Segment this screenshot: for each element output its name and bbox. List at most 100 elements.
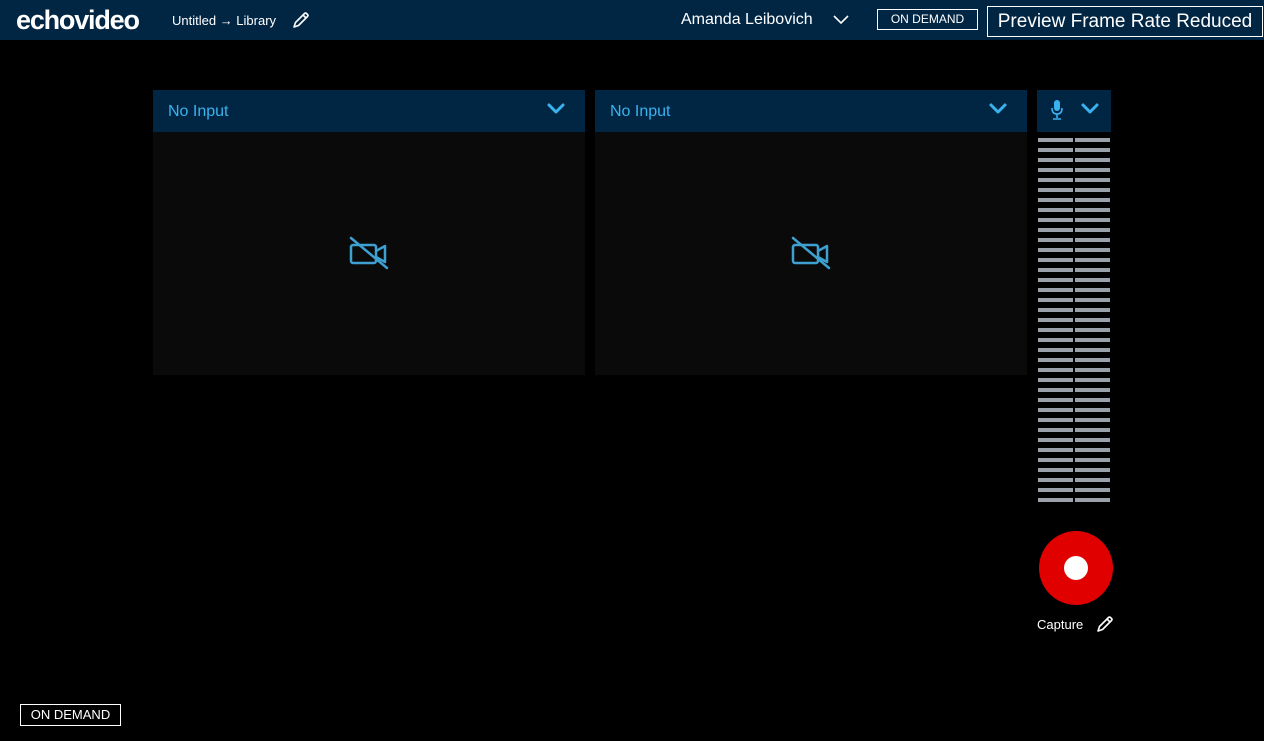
chevron-down-icon[interactable] (546, 102, 566, 116)
video-source-panel-2: No Input (595, 90, 1027, 375)
meter-segment (1075, 238, 1110, 242)
meter-segment (1075, 338, 1110, 342)
record-dot (1064, 556, 1088, 580)
meter-segment (1075, 408, 1110, 412)
meter-segment (1038, 348, 1073, 352)
meter-segment (1038, 148, 1073, 152)
meter-segment (1075, 448, 1110, 452)
meter-segment (1038, 328, 1073, 332)
meter-segment (1075, 478, 1110, 482)
top-bar: echovideo Untitled → Library Amanda Leib… (0, 0, 1264, 40)
on-demand-badge: ON DEMAND (877, 9, 978, 30)
meter-segment (1038, 238, 1073, 242)
audio-source-select[interactable] (1037, 90, 1111, 132)
meter-segment (1075, 378, 1110, 382)
meter-segment (1038, 378, 1073, 382)
meter-segment (1038, 178, 1073, 182)
meter-segment (1075, 278, 1110, 282)
meter-segment (1038, 488, 1073, 492)
breadcrumb[interactable]: Untitled → Library (172, 13, 276, 28)
meter-segment (1038, 458, 1073, 462)
record-button[interactable] (1039, 531, 1113, 605)
meter-segment (1038, 388, 1073, 392)
video-source-panel-1: No Input (153, 90, 585, 375)
meter-segment (1038, 258, 1073, 262)
source-label: No Input (610, 103, 671, 120)
meter-segment (1075, 388, 1110, 392)
meter-segment (1075, 298, 1110, 302)
user-menu[interactable]: Amanda Leibovich (681, 11, 813, 29)
pencil-icon[interactable] (1095, 614, 1115, 634)
meter-segment (1038, 138, 1073, 142)
meter-segment (1075, 498, 1110, 502)
source-select-1[interactable]: No Input (153, 90, 585, 132)
meter-segment (1038, 468, 1073, 472)
meter-segment (1075, 468, 1110, 472)
meter-segment (1038, 418, 1073, 422)
meter-segment (1075, 158, 1110, 162)
meter-segment (1038, 248, 1073, 252)
meter-segment (1038, 278, 1073, 282)
meter-segment (1075, 288, 1110, 292)
meter-segment (1038, 268, 1073, 272)
meter-segment (1075, 488, 1110, 492)
meter-segment (1038, 218, 1073, 222)
on-demand-badge-footer: ON DEMAND (20, 704, 121, 726)
meter-segment (1075, 148, 1110, 152)
pencil-icon[interactable] (291, 10, 311, 30)
meter-segment (1038, 188, 1073, 192)
meter-segment (1075, 248, 1110, 252)
meter-segment (1038, 498, 1073, 502)
meter-segment (1038, 298, 1073, 302)
meter-segment (1075, 318, 1110, 322)
source-select-2[interactable]: No Input (595, 90, 1027, 132)
meter-segment (1038, 478, 1073, 482)
microphone-icon (1051, 100, 1063, 120)
meter-segment (1038, 208, 1073, 212)
meter-segment (1038, 198, 1073, 202)
meter-segment (1075, 438, 1110, 442)
meter-segment (1075, 308, 1110, 312)
source-label: No Input (168, 103, 229, 120)
camera-off-icon (791, 236, 831, 270)
meter-segment (1038, 228, 1073, 232)
meter-segment (1075, 138, 1110, 142)
meter-segment (1075, 398, 1110, 402)
meter-segment (1038, 448, 1073, 452)
audio-meter-right (1075, 138, 1110, 504)
meter-segment (1038, 408, 1073, 412)
meter-segment (1075, 368, 1110, 372)
meter-segment (1075, 358, 1110, 362)
meter-segment (1075, 168, 1110, 172)
frame-rate-notice: Preview Frame Rate Reduced (987, 6, 1263, 37)
meter-segment (1038, 288, 1073, 292)
meter-segment (1075, 458, 1110, 462)
chevron-down-icon[interactable] (833, 13, 849, 25)
echovideo-logo: echovideo (16, 5, 140, 35)
meter-segment (1038, 368, 1073, 372)
meter-segment (1038, 358, 1073, 362)
meter-segment (1075, 328, 1110, 332)
chevron-down-icon[interactable] (1080, 102, 1100, 116)
camera-off-icon (349, 236, 389, 270)
meter-segment (1075, 208, 1110, 212)
meter-segment (1075, 418, 1110, 422)
meter-segment (1038, 338, 1073, 342)
meter-segment (1075, 218, 1110, 222)
meter-segment (1075, 268, 1110, 272)
meter-segment (1075, 228, 1110, 232)
meter-segment (1075, 258, 1110, 262)
meter-segment (1075, 348, 1110, 352)
audio-meter-left (1038, 138, 1073, 504)
chevron-down-icon[interactable] (988, 102, 1008, 116)
meter-segment (1075, 198, 1110, 202)
meter-segment (1038, 438, 1073, 442)
meter-segment (1075, 428, 1110, 432)
capture-label: Capture (1037, 617, 1084, 632)
meter-segment (1038, 318, 1073, 322)
meter-segment (1038, 158, 1073, 162)
meter-segment (1075, 178, 1110, 182)
meter-segment (1038, 168, 1073, 172)
meter-segment (1038, 308, 1073, 312)
meter-segment (1038, 428, 1073, 432)
